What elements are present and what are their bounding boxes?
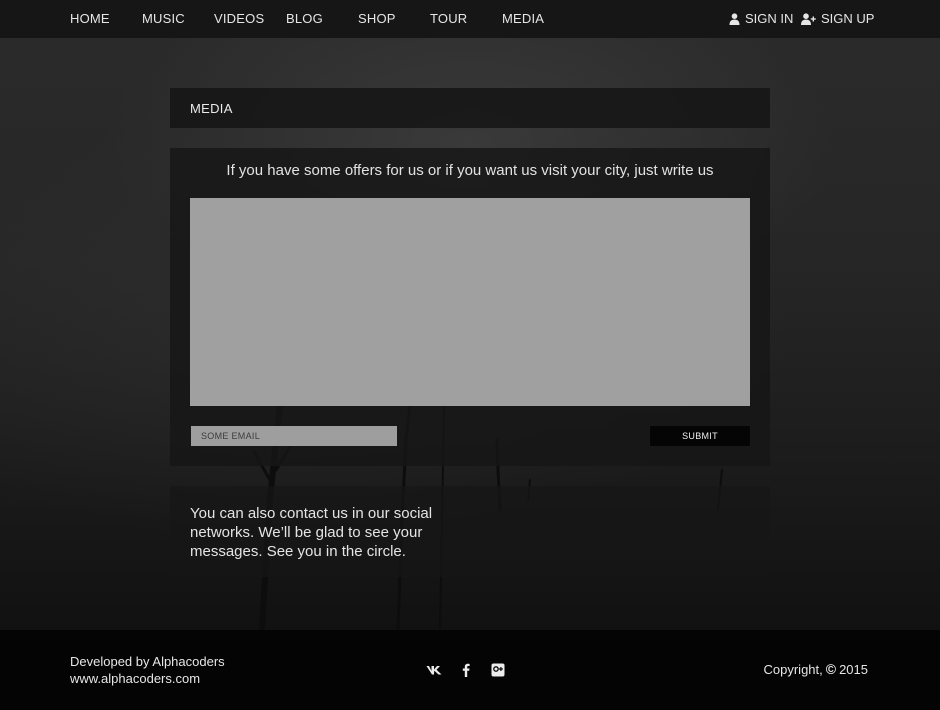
copyright-year: 2015 [839,661,868,677]
message-textarea[interactable] [190,198,750,406]
copyright: Copyright, © 2015 [764,661,869,677]
submit-button[interactable]: SUBMIT [650,426,750,446]
developer-credit: Developed by Alphacoders [70,654,225,669]
page: HOME MUSIC VIDEOS BLOG SHOP TOUR MEDIA S… [0,0,940,710]
user-icon [729,12,740,25]
nav-media[interactable]: MEDIA [502,11,544,26]
vk-icon [426,666,441,675]
nav-music[interactable]: MUSIC [142,11,185,26]
nav-shop[interactable]: SHOP [358,11,396,26]
contact-form-panel: If you have some offers for us or if you… [170,148,770,466]
sign-in-link[interactable]: SIGN IN [729,11,793,26]
nav-blog[interactable]: BLOG [286,11,323,26]
copyright-label: Copyright, [763,661,823,677]
top-nav: HOME MUSIC VIDEOS BLOG SHOP TOUR MEDIA S… [0,0,940,38]
social-links [425,661,507,679]
sign-up-link[interactable]: SIGN UP [801,11,874,26]
nav-tour[interactable]: TOUR [430,11,467,26]
google-plus-link[interactable] [489,661,507,679]
user-plus-icon [801,12,816,25]
vk-link[interactable] [425,661,443,679]
footer: Developed by Alphacoders www.alphacoders… [0,630,940,710]
sign-up-label: SIGN UP [821,11,875,26]
contact-intro-text: If you have some offers for us or if you… [226,162,714,179]
email-field[interactable] [191,426,397,446]
nav-videos[interactable]: VIDEOS [214,11,264,26]
nav-home[interactable]: HOME [70,11,110,26]
site-link[interactable]: www.alphacoders.com [70,670,225,687]
facebook-link[interactable] [457,661,475,679]
page-title: MEDIA [190,101,233,116]
copyright-icon: © [825,661,837,677]
google-plus-icon [491,663,505,677]
page-title-bar: MEDIA [170,88,770,128]
footer-credits: Developed by Alphacoders www.alphacoders… [70,653,225,687]
social-note-panel: You can also contact us in our social ne… [170,486,770,577]
sign-in-label: SIGN IN [745,11,794,26]
social-note-text: You can also contact us in our social ne… [190,505,433,560]
facebook-icon [462,663,470,677]
